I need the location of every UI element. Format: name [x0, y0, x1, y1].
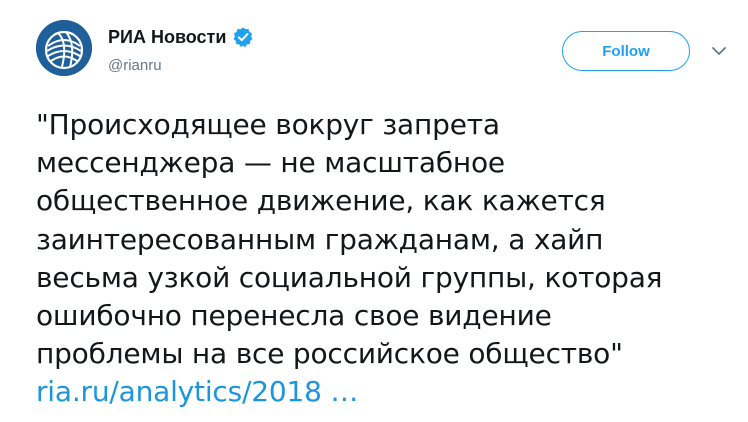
tweet-card: РИА Новости @rianru Follow "Происходящее… [0, 0, 748, 422]
tweet-text: "Происходящее вокруг запрета мессенджера… [36, 106, 736, 412]
ria-logo-icon [36, 20, 92, 76]
display-name[interactable]: РИА Новости [108, 26, 226, 48]
tweet-text-line: весьма узкой социальной группы, которая [36, 260, 663, 294]
tweet-text-line: проблемы на все российское общество" [36, 337, 623, 371]
tweet-text-line: "Происходящее вокруг запрета [36, 108, 500, 141]
account-name-row[interactable]: РИА Новости [108, 26, 254, 48]
tweet-text-line: общественное движение, как кажется [36, 184, 606, 218]
tweet-text-line: заинтересованным гражданам, а хайп [36, 222, 604, 256]
tweet-text-line: ошибочно перенесла свое видение [36, 299, 552, 333]
verified-badge-icon [232, 26, 254, 48]
tweet-text-line: мессенджера — не масштабное [36, 146, 505, 180]
tweet-link[interactable]: ria.ru/analytics/2018 … [36, 373, 736, 411]
chevron-down-icon[interactable] [710, 44, 728, 58]
account-handle[interactable]: @rianru [108, 56, 162, 76]
follow-button[interactable]: Follow [562, 31, 690, 71]
avatar[interactable] [36, 20, 92, 76]
